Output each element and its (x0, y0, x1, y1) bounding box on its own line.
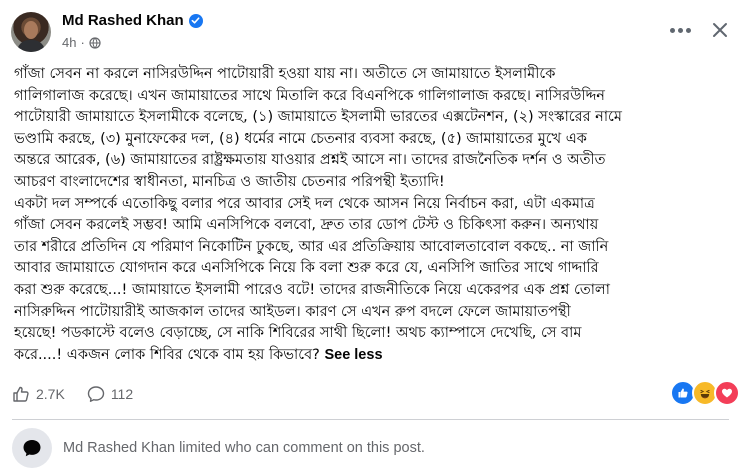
reaction-icons[interactable] (670, 380, 740, 406)
comment-restriction-notice: Md Rashed Khan limited who can comment o… (63, 440, 425, 456)
post-line: নাসিরুদ্দিন পাটোয়ারীই আজকাল তাদের আইডল।… (14, 303, 571, 320)
comment-restricted-icon (12, 428, 52, 468)
comment-count-value: 112 (110, 386, 134, 402)
post-line: অন্তরে আরেক, (৬) জামায়াতের রাষ্ট্রক্ষমত… (14, 152, 606, 169)
avatar-shirt (17, 40, 45, 52)
post-line: একটা দল সম্পর্কে এতোকিছু বলার পরে আবার স… (14, 195, 595, 212)
thumbs-up-icon (13, 386, 29, 402)
comment-icon (87, 386, 105, 402)
love-icon (714, 380, 740, 406)
avatar-face (24, 21, 38, 39)
post-line: ভণ্ডামি করছে, (৩) মুনাফেকের দল, (৪) ধর্ম… (14, 130, 587, 147)
post-body: গাঁজা সেবন না করলে নাসিরউদ্দিন পাটোয়ারী… (14, 64, 732, 366)
like-count-value: 2.7K (36, 386, 65, 402)
post-line: হয়েছে! পডকাস্টে বলেও বেড়াচ্ছে, সে নাকি… (14, 325, 582, 342)
more-options-icon[interactable] (670, 24, 694, 36)
post-line: আচরণ বাংলাদেশের স্বাধীনতা, মানচিত্র ও জা… (14, 173, 445, 190)
post-meta: 4h · (62, 35, 101, 50)
post-line: গাঁজা সেবন না করলে নাসিরউদ্দিন পাটোয়ারী… (14, 66, 556, 82)
close-icon[interactable] (709, 19, 731, 41)
post-line: গাঁজা সেবন করলেই সম্ভব! আমি এনসিপিকে বলব… (14, 217, 599, 234)
author-name[interactable]: Md Rashed Khan (62, 12, 184, 29)
post-line: আবার জামায়াতে যোগদান করে এনসিপিকে নিয়ে… (14, 260, 599, 277)
engagement-bar: 2.7K 112 (12, 383, 155, 405)
comment-count[interactable]: 112 (87, 385, 133, 403)
author-avatar[interactable] (11, 12, 51, 52)
post-time[interactable]: 4h (62, 35, 76, 50)
facebook-post: Md Rashed Khan 4h · গাঁজা সেবন না করলে ন… (0, 0, 741, 475)
see-less-link[interactable]: See less (324, 347, 382, 363)
post-line-last: করে....! একজন লোক শিবির থেকে বাম হয় কিভ… (14, 345, 732, 367)
like-count[interactable]: 2.7K (12, 385, 65, 403)
post-line: তার শরীরে প্রতিদিন যে পরিমাণ নিকোটিন ঢুক… (14, 238, 609, 255)
post-line: করা শুরু করেছে...! জামায়াতে ইসলামী পারে… (14, 281, 610, 298)
post-line: পাটোয়ারী জামায়াতে ইসলামীকে বলেছে, (১) … (14, 109, 622, 126)
meta-separator: · (80, 35, 85, 50)
verified-badge-icon (188, 13, 203, 28)
post-line: গালিগালাজ করেছে। এখন জামায়াতের সাথে মিত… (14, 87, 605, 104)
post-line: করে....! একজন লোক শিবির থেকে বাম হয় কিভ… (14, 346, 320, 363)
divider (12, 419, 729, 420)
globe-icon[interactable] (89, 36, 101, 49)
author-name-row: Md Rashed Khan (62, 12, 203, 29)
